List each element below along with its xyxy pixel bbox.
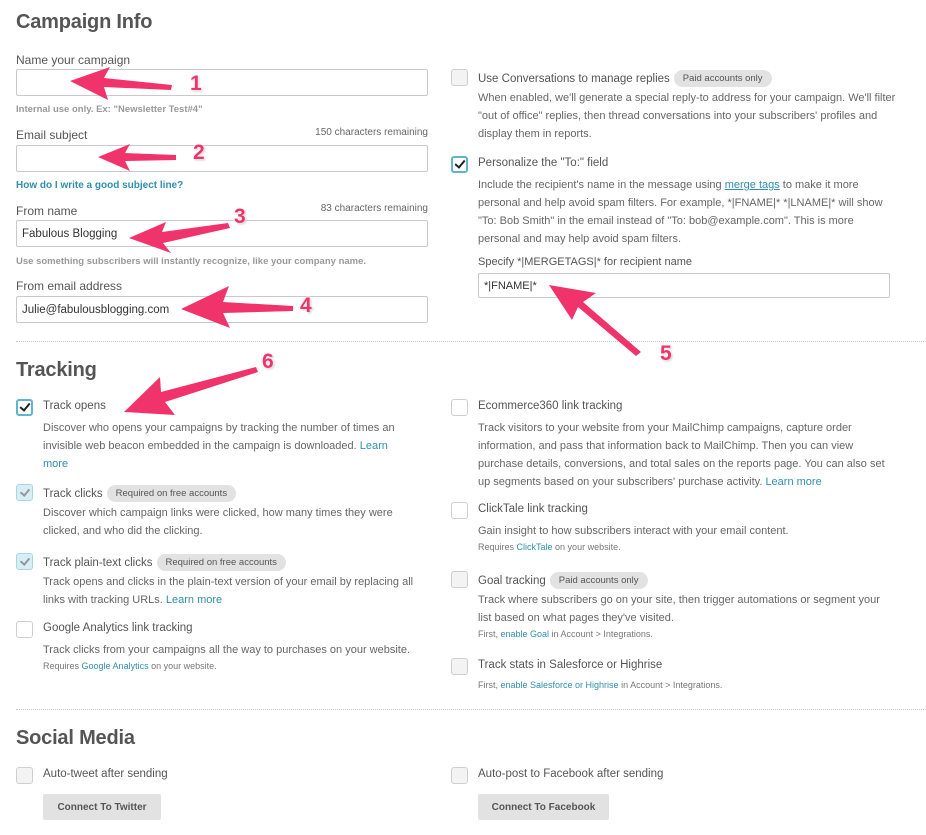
subject-line-help-link[interactable]: How do I write a good subject line? bbox=[16, 180, 183, 191]
clicktale-link[interactable]: ClickTale bbox=[517, 542, 553, 552]
ecommerce360-title: Ecommerce360 link tracking bbox=[478, 400, 623, 412]
section-title-social-media: Social Media bbox=[16, 727, 135, 749]
conversations-title-text: Use Conversations to manage replies bbox=[478, 73, 670, 85]
merge-tags-label: Specify *|MERGETAGS|* for recipient name bbox=[478, 256, 692, 268]
note-text: Requires bbox=[43, 661, 82, 671]
auto-post-facebook-title: Auto-post to Facebook after sending bbox=[478, 768, 664, 780]
merge-tags-input[interactable] bbox=[478, 273, 890, 298]
ecommerce360-desc: Track visitors to your website from your… bbox=[478, 419, 888, 491]
clicktale-checkbox[interactable] bbox=[451, 502, 468, 519]
personalize-checkbox[interactable] bbox=[451, 156, 468, 173]
divider bbox=[16, 341, 924, 342]
conversations-checkbox[interactable] bbox=[451, 69, 468, 86]
personalize-desc-text: Include the recipient's name in the mess… bbox=[478, 179, 725, 191]
track-plaintext-desc-text: Track opens and clicks in the plain-text… bbox=[43, 576, 414, 606]
divider bbox=[16, 709, 924, 710]
google-analytics-title: Google Analytics link tracking bbox=[43, 622, 193, 634]
clicktale-desc: Gain insight to how subscribers interact… bbox=[478, 525, 789, 537]
track-plaintext-learn-more-link[interactable]: Learn more bbox=[166, 594, 222, 606]
track-opens-desc-text: Discover who opens your campaigns by tra… bbox=[43, 422, 395, 452]
enable-salesforce-link[interactable]: enable Salesforce or Highrise bbox=[501, 680, 619, 690]
google-analytics-desc: Track clicks from your campaigns all the… bbox=[43, 644, 411, 656]
paid-accounts-badge: Paid accounts only bbox=[549, 572, 648, 589]
from-name-label: From name bbox=[16, 204, 78, 218]
note-text: on your website. bbox=[552, 542, 621, 552]
from-name-input[interactable] bbox=[16, 220, 428, 247]
goal-tracking-title: Goal tracking Paid accounts only bbox=[478, 572, 648, 589]
google-analytics-checkbox[interactable] bbox=[16, 621, 33, 638]
email-subject-label: Email subject bbox=[16, 128, 88, 142]
salesforce-note: First, enable Salesforce or Highrise in … bbox=[478, 680, 722, 690]
campaign-name-input[interactable] bbox=[16, 69, 428, 96]
connect-twitter-button[interactable]: Connect To Twitter bbox=[43, 794, 161, 820]
merge-tags-link[interactable]: merge tags bbox=[725, 179, 780, 191]
email-subject-counter: 150 characters remaining bbox=[315, 127, 428, 138]
google-analytics-note: Requires Google Analytics on your websit… bbox=[43, 661, 217, 671]
section-title-tracking: Tracking bbox=[16, 359, 97, 381]
track-opens-checkbox[interactable] bbox=[16, 399, 33, 416]
salesforce-checkbox[interactable] bbox=[451, 658, 468, 675]
salesforce-title: Track stats in Salesforce or Highrise bbox=[478, 659, 663, 671]
auto-post-facebook-checkbox[interactable] bbox=[451, 767, 468, 784]
from-email-input[interactable] bbox=[16, 296, 428, 323]
auto-tweet-title: Auto-tweet after sending bbox=[43, 768, 168, 780]
goal-tracking-checkbox[interactable] bbox=[451, 571, 468, 588]
goal-tracking-note: First, enable Goal in Account > Integrat… bbox=[478, 629, 653, 639]
personalize-desc: Include the recipient's name in the mess… bbox=[478, 176, 898, 248]
conversations-title: Use Conversations to manage replies Paid … bbox=[478, 70, 772, 87]
annotation-arrow-6 bbox=[124, 367, 258, 415]
ecommerce360-learn-more-link[interactable]: Learn more bbox=[765, 476, 821, 488]
track-opens-desc: Discover who opens your campaigns by tra… bbox=[43, 419, 413, 473]
campaign-name-help: Internal use only. Ex: "Newsletter Test#… bbox=[16, 104, 203, 115]
auto-tweet-checkbox[interactable] bbox=[16, 767, 33, 784]
track-clicks-desc: Discover which campaign links were click… bbox=[43, 507, 393, 537]
track-plaintext-checkbox[interactable] bbox=[16, 553, 33, 570]
conversations-desc: When enabled, we'll generate a special r… bbox=[478, 92, 896, 140]
clicktale-note: Requires ClickTale on your website. bbox=[478, 542, 621, 552]
track-opens-title: Track opens bbox=[43, 400, 106, 412]
section-title-campaign-info: Campaign Info bbox=[16, 11, 153, 33]
from-name-counter: 83 characters remaining bbox=[320, 203, 428, 214]
campaign-name-label: Name your campaign bbox=[16, 53, 131, 67]
google-analytics-link[interactable]: Google Analytics bbox=[82, 661, 149, 671]
note-text: First, bbox=[478, 629, 501, 639]
required-free-badge: Required on free accounts bbox=[106, 485, 237, 502]
track-clicks-title: Track clicks Required on free accounts bbox=[43, 485, 237, 502]
annotation-number-2: 2 bbox=[193, 141, 205, 164]
note-text: in Account > Integrations. bbox=[618, 680, 723, 690]
personalize-title: Personalize the "To:" field bbox=[478, 157, 609, 169]
note-text: Requires bbox=[478, 542, 517, 552]
ecommerce360-desc-text: Track visitors to your website from your… bbox=[478, 422, 885, 488]
note-text: on your website. bbox=[148, 661, 217, 671]
clicktale-title: ClickTale link tracking bbox=[478, 503, 588, 515]
track-plaintext-title-text: Track plain-text clicks bbox=[43, 557, 153, 569]
enable-goal-link[interactable]: enable Goal bbox=[501, 629, 550, 639]
annotation-number-3: 3 bbox=[234, 205, 246, 228]
connect-facebook-button[interactable]: Connect To Facebook bbox=[478, 794, 609, 820]
email-subject-input[interactable] bbox=[16, 145, 428, 172]
required-free-badge: Required on free accounts bbox=[156, 554, 286, 571]
note-text: in Account > Integrations. bbox=[549, 629, 653, 639]
note-text: First, bbox=[478, 680, 501, 690]
goal-tracking-desc: Track where subscribers go on your site,… bbox=[478, 594, 880, 624]
ecommerce360-checkbox[interactable] bbox=[451, 399, 468, 416]
track-clicks-title-text: Track clicks bbox=[43, 488, 103, 500]
annotation-number-5: 5 bbox=[660, 342, 672, 365]
goal-tracking-title-text: Goal tracking bbox=[478, 575, 546, 587]
track-plaintext-title: Track plain-text clicks Required on free … bbox=[43, 554, 286, 571]
annotation-number-6: 6 bbox=[262, 350, 274, 373]
from-name-help: Use something subscribers will instantly… bbox=[16, 256, 367, 267]
from-email-label: From email address bbox=[16, 279, 123, 293]
paid-accounts-badge: Paid accounts only bbox=[673, 70, 772, 87]
track-clicks-checkbox[interactable] bbox=[16, 484, 33, 501]
annotation-number-1: 1 bbox=[190, 72, 202, 95]
track-plaintext-desc: Track opens and clicks in the plain-text… bbox=[43, 573, 438, 609]
annotation-number-4: 4 bbox=[300, 294, 312, 317]
